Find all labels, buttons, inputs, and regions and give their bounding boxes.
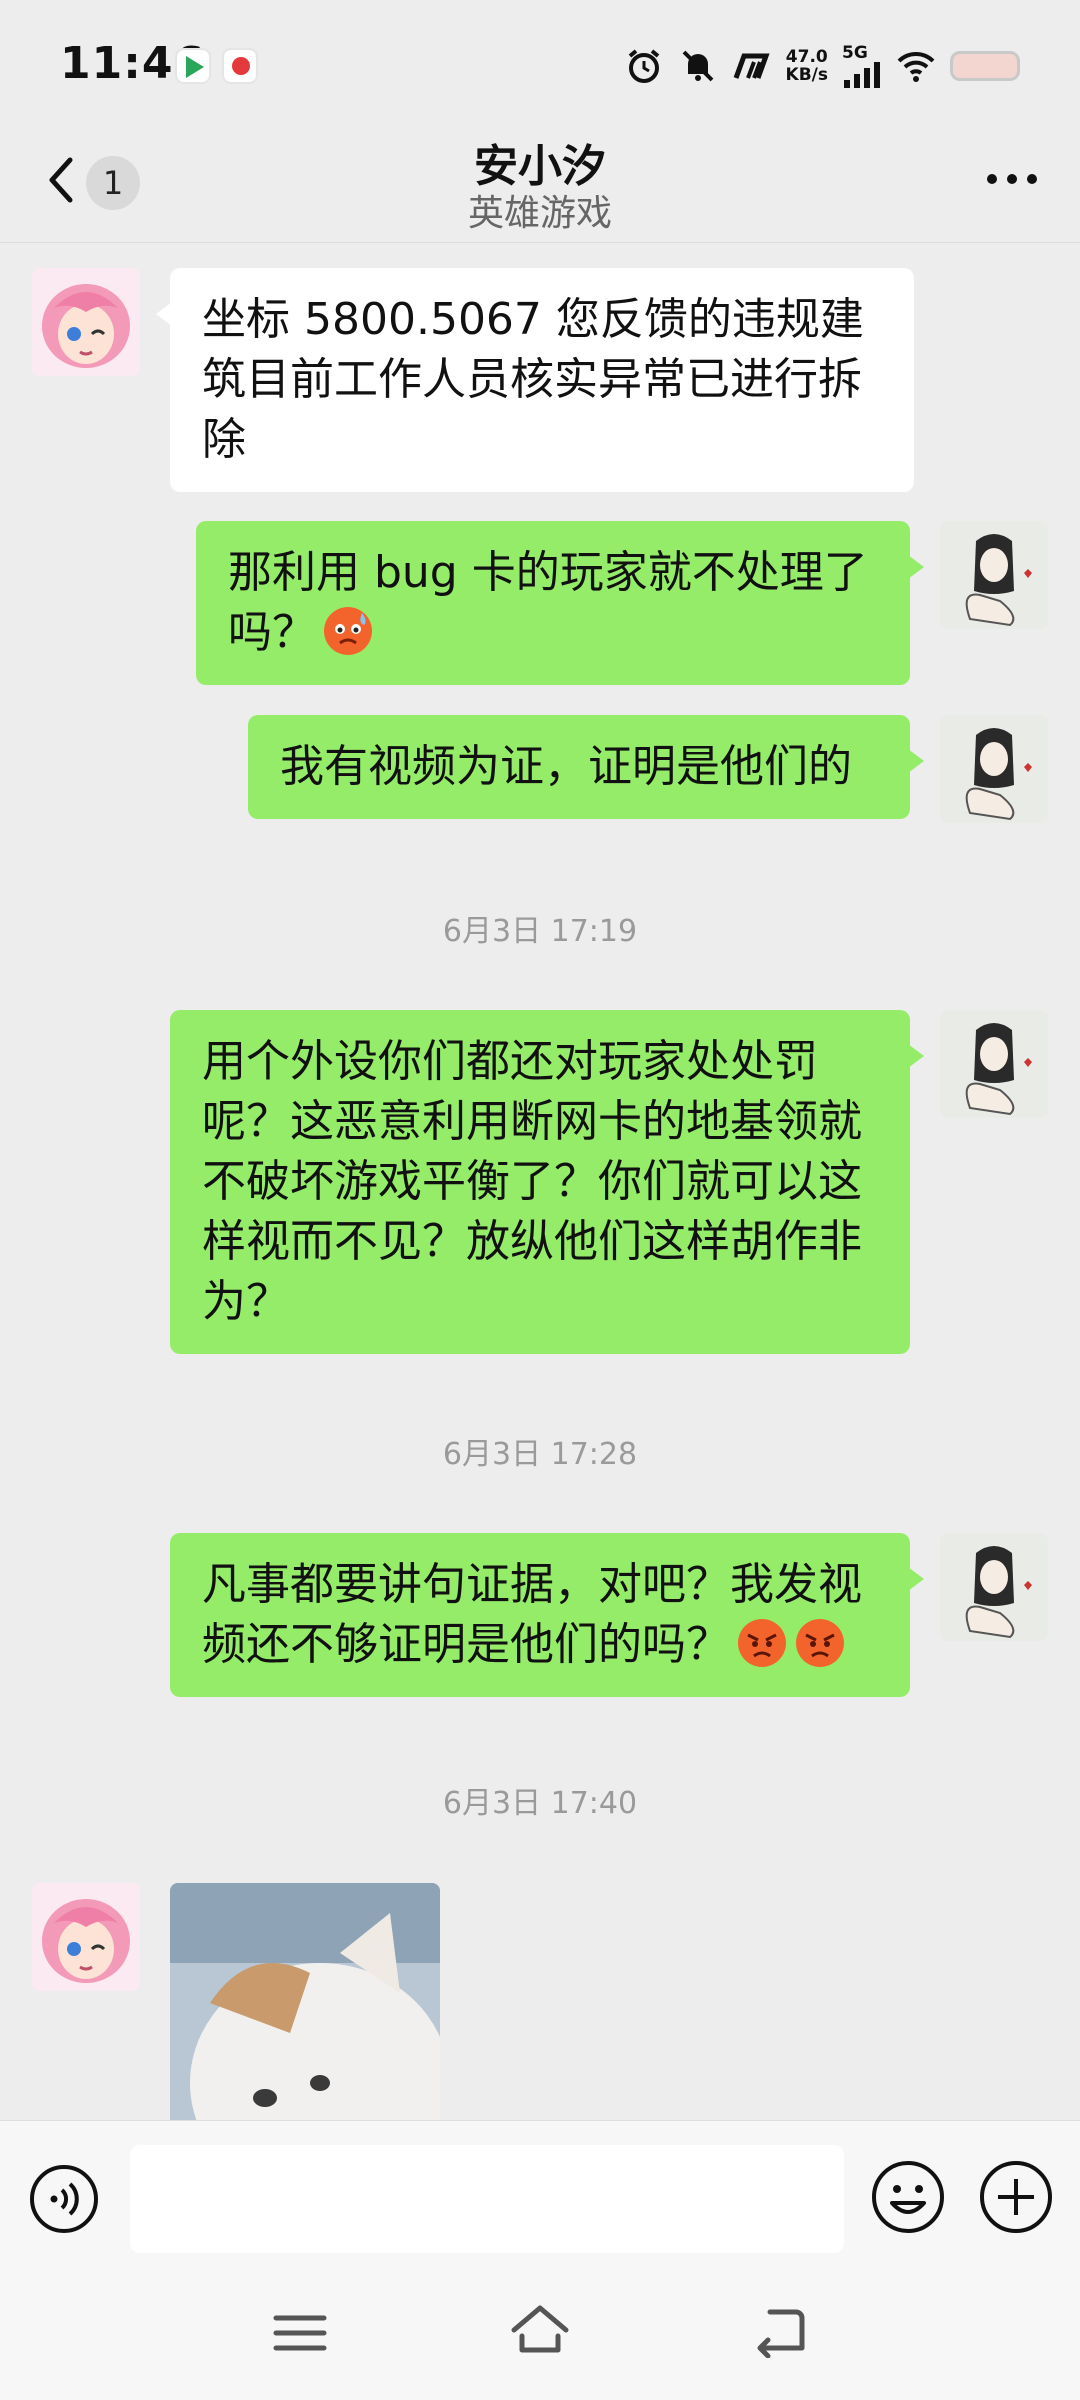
anime-girl-avatar-icon: [32, 268, 140, 376]
system-navigation-bar: [0, 2270, 1080, 2400]
signal-icon: [844, 62, 880, 88]
voice-input-icon[interactable]: [28, 2163, 100, 2235]
message-input[interactable]: [130, 2145, 844, 2253]
back-icon[interactable]: [750, 2304, 810, 2358]
status-bar: 11:46 47.0 KB/s 5G: [0, 0, 1080, 130]
emoji-icon[interactable]: [870, 2159, 946, 2235]
chat-subtitle: 英雄游戏: [467, 193, 612, 234]
network-speed-unit: KB/s: [785, 65, 828, 85]
message-bubble-outgoing[interactable]: 那利用 bug 卡的玩家就不处理了吗？: [196, 521, 924, 685]
status-icons: 47.0 KB/s 5G: [624, 42, 1020, 90]
sketch-girl-avatar-icon: [940, 521, 1048, 629]
network-speed-value: 47.0: [785, 47, 828, 67]
sketch-girl-avatar-icon: [940, 1010, 1048, 1118]
angry-face-emoji-icon: [738, 1619, 786, 1667]
message-timestamp: 6月3日 17:19: [442, 914, 638, 949]
sweat-face-emoji-icon: [324, 607, 372, 655]
message-timestamp: 6月3日 17:40: [442, 1786, 638, 1821]
battery-icon: [950, 51, 1020, 81]
my-avatar[interactable]: [940, 521, 1048, 629]
message-bubble-outgoing[interactable]: 凡事都要讲句证据，对吧？我发视频还不够证明是他们的吗？: [170, 1533, 924, 1697]
anime-girl-avatar-icon: [32, 1883, 140, 1991]
mute-bell-icon: [682, 50, 713, 82]
message-text: 坐标 5800.5067 您反馈的违规建筑目前工作人员核实异常已进行拆除: [202, 294, 864, 465]
message-list[interactable]: 坐标 5800.5067 您反馈的违规建筑目前工作人员核实异常已进行拆除 那利用…: [0, 243, 1080, 2120]
sketch-girl-avatar-icon: [940, 715, 1048, 823]
network-type: 5G: [842, 43, 868, 63]
my-avatar[interactable]: [940, 1533, 1048, 1641]
map-app-notification-icon: [222, 48, 258, 84]
cat-photo-icon: [170, 1883, 440, 2120]
message-bubble-outgoing[interactable]: 我有视频为证，证明是他们的: [248, 715, 924, 819]
message-text: 用个外设你们都还对玩家处处罚呢？这恶意利用断网卡的地基领就不破坏游戏平衡了？你们…: [202, 1036, 862, 1327]
image-message[interactable]: [170, 1883, 440, 2120]
network-speed: 47.0 KB/s: [786, 48, 828, 84]
message-timestamp: 6月3日 17:28: [442, 1437, 638, 1472]
my-avatar[interactable]: [940, 1010, 1048, 1118]
chat-header: 1 安小汐 英雄游戏: [0, 130, 1080, 242]
input-bar: [0, 2120, 1080, 2270]
contact-avatar[interactable]: [32, 268, 140, 376]
hd-icon: [733, 53, 770, 79]
more-options-icon[interactable]: [982, 164, 1042, 194]
message-bubble-outgoing[interactable]: 用个外设你们都还对玩家处处罚呢？这恶意利用断网卡的地基领就不破坏游戏平衡了？你们…: [170, 1010, 924, 1354]
video-app-notification-icon: [175, 48, 211, 84]
sketch-girl-avatar-icon: [940, 1533, 1048, 1641]
alarm-icon: [628, 49, 659, 83]
menu-icon[interactable]: [270, 2308, 330, 2358]
message-bubble-incoming[interactable]: 坐标 5800.5067 您反馈的违规建筑目前工作人员核实异常已进行拆除: [156, 268, 914, 492]
message-text: 我有视频为证，证明是他们的: [280, 741, 852, 792]
home-icon[interactable]: [508, 2300, 572, 2360]
contact-avatar[interactable]: [32, 1883, 140, 1991]
angry-face-emoji-icon: [796, 1619, 844, 1667]
my-avatar[interactable]: [940, 715, 1048, 823]
wifi-icon: [897, 51, 935, 82]
plus-icon[interactable]: [978, 2159, 1054, 2235]
